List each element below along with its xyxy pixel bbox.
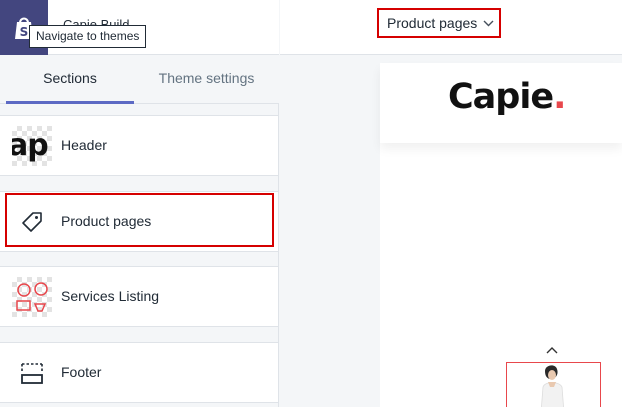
- tooltip: Navigate to themes: [29, 25, 147, 48]
- section-label: Header: [61, 137, 107, 153]
- brand-dot: .: [553, 77, 566, 117]
- store-preview: Capie.: [380, 63, 622, 407]
- chevron-down-icon: [483, 20, 494, 27]
- section-item-services-listing[interactable]: Services Listing: [0, 266, 278, 327]
- store-header: Capie.: [380, 63, 622, 143]
- chevron-up-icon[interactable]: [546, 341, 558, 359]
- section-item-footer[interactable]: Footer: [0, 342, 278, 403]
- section-label: Footer: [61, 364, 102, 380]
- section-item-header[interactable]: ap Header: [0, 115, 278, 176]
- tab-theme-settings[interactable]: Theme settings: [134, 55, 279, 104]
- section-label: Services Listing: [61, 288, 160, 304]
- footer-layout-icon: [12, 353, 52, 393]
- product-thumbnail[interactable]: [506, 362, 601, 407]
- store-logo[interactable]: Capie.: [448, 77, 566, 117]
- page-selector-dropdown[interactable]: Product pages: [377, 8, 501, 38]
- page-selector-label: Product pages: [387, 15, 478, 31]
- price-tag-icon: [12, 202, 52, 242]
- section-item-product-pages[interactable]: Product pages: [0, 191, 278, 252]
- header-thumbnail: ap: [12, 126, 52, 166]
- tab-sections[interactable]: Sections: [6, 55, 134, 104]
- section-label: Product pages: [61, 213, 152, 229]
- header-thumbnail-text: ap: [12, 128, 49, 163]
- svg-text:S: S: [20, 25, 29, 39]
- brand-name: Capie: [448, 77, 554, 117]
- services-thumbnail-icon: [12, 277, 52, 317]
- sidebar-tabs: Sections Theme settings: [0, 55, 279, 104]
- theme-editor-sidebar: S Capie Build Sections Theme settings ap…: [0, 0, 279, 407]
